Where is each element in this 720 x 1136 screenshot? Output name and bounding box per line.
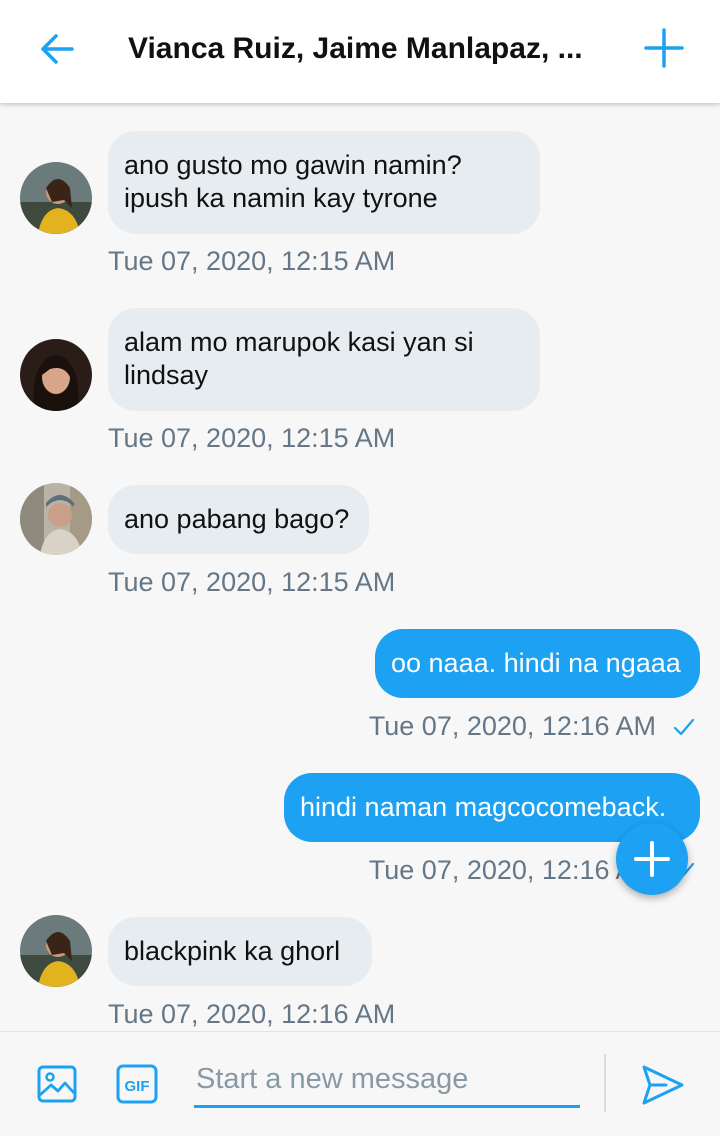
message-text: oo naaa. hindi na ngaaa — [391, 648, 681, 678]
message-bubble-incoming[interactable]: blackpink ka ghorl — [108, 917, 372, 986]
message-input[interactable] — [194, 1060, 580, 1108]
gif-label: GIF — [125, 1078, 150, 1095]
message-text: alam mo marupok kasi yan si lindsay — [124, 327, 474, 390]
avatar[interactable] — [20, 915, 92, 987]
send-icon[interactable] — [640, 1062, 686, 1108]
message-timestamp: Tue 07, 2020, 12:16 AM — [108, 999, 396, 1029]
message-timestamp: Tue 07, 2020, 12:16 AM — [368, 711, 656, 741]
message-timestamp: Tue 07, 2020, 12:15 AM — [108, 246, 396, 276]
avatar-photo-icon — [20, 162, 92, 234]
avatar[interactable] — [20, 483, 92, 555]
message-bubble-outgoing[interactable]: oo naaa. hindi na ngaaa — [375, 629, 700, 698]
message-composer: GIF — [0, 1031, 720, 1136]
message-text: hindi naman magcocomeback. — [300, 792, 667, 822]
back-arrow-icon[interactable] — [36, 28, 78, 70]
add-participant-plus-icon[interactable] — [642, 26, 686, 70]
message-thread[interactable]: ano gusto mo gawin namin? ipush ka namin… — [0, 103, 720, 1031]
plus-icon — [634, 841, 670, 877]
conversation-title[interactable]: Vianca Ruiz, Jaime Manlapaz, ... — [128, 28, 598, 70]
avatar-photo-icon — [20, 915, 92, 987]
conversation-header: Vianca Ruiz, Jaime Manlapaz, ... — [0, 0, 720, 103]
message-bubble-incoming[interactable]: ano gusto mo gawin namin? ipush ka namin… — [108, 131, 540, 234]
checkmark-icon — [673, 718, 695, 736]
message-text: ano pabang bago? — [124, 504, 350, 534]
message-text: blackpink ka ghorl — [124, 936, 341, 966]
message-timestamp: Tue 07, 2020, 12:15 AM — [108, 567, 396, 597]
new-action-fab-button[interactable] — [616, 823, 688, 895]
message-bubble-incoming[interactable]: ano pabang bago? — [108, 485, 369, 554]
avatar-photo-icon — [20, 483, 92, 555]
avatar[interactable] — [20, 162, 92, 234]
avatar-photo-icon — [20, 339, 92, 411]
image-icon[interactable] — [36, 1063, 78, 1105]
message-bubble-incoming[interactable]: alam mo marupok kasi yan si lindsay — [108, 308, 540, 411]
message-timestamp: Tue 07, 2020, 12:15 AM — [108, 423, 396, 453]
composer-divider — [604, 1054, 606, 1112]
message-text: ano gusto mo gawin namin? ipush ka namin… — [124, 150, 462, 213]
message-timestamp: Tue 07, 2020, 12:16 AM — [368, 855, 656, 885]
gif-button[interactable]: GIF — [116, 1064, 158, 1104]
avatar[interactable] — [20, 339, 92, 411]
